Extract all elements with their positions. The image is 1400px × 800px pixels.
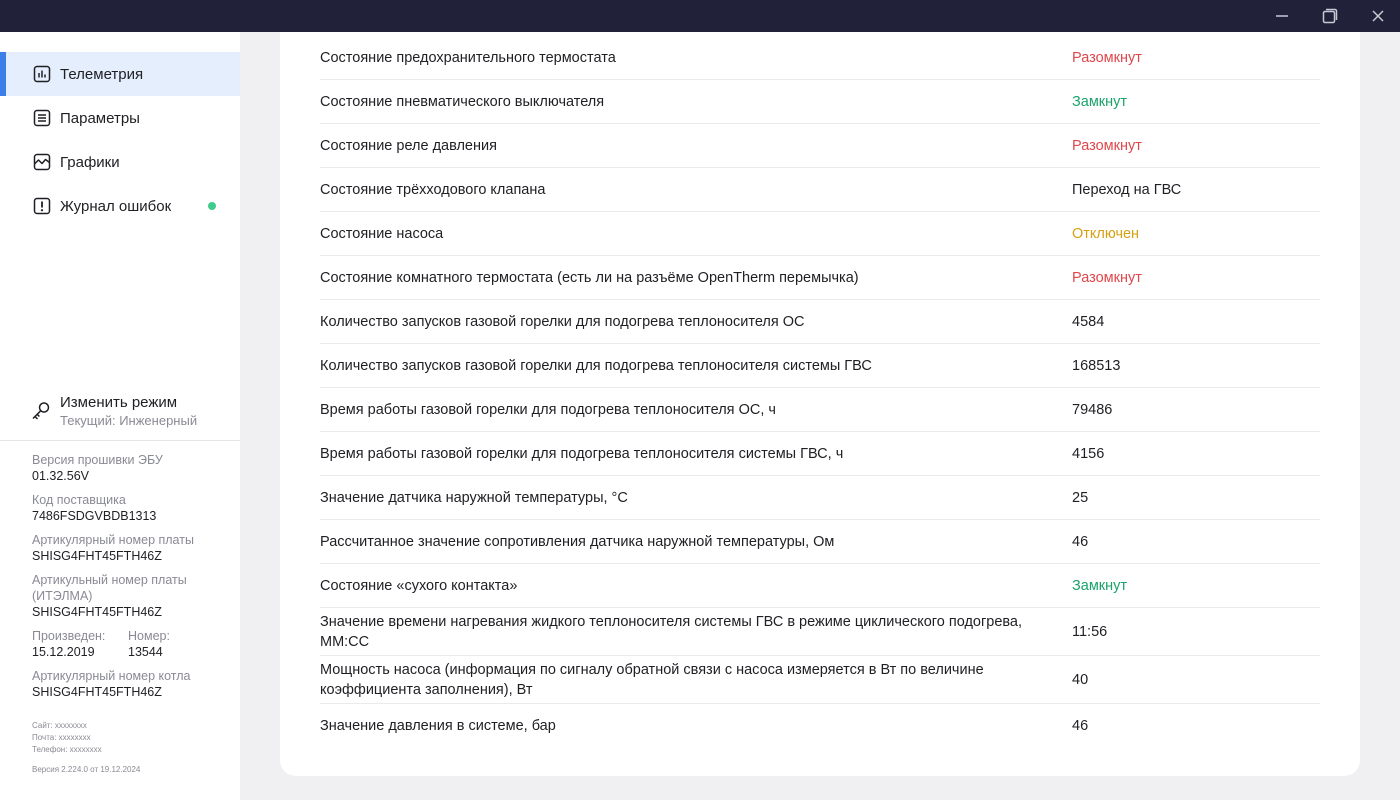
row-label: Состояние трёхходового клапана	[320, 181, 546, 198]
row-label: Время работы газовой горелки для подогре…	[320, 445, 844, 462]
minimize-button[interactable]	[1259, 0, 1305, 32]
row-label: Состояние комнатного термостата (есть ли…	[320, 269, 859, 286]
produced-label: Произведен:	[32, 629, 106, 643]
sidebar-item-graphs[interactable]: Графики	[0, 140, 240, 184]
table-row: Время работы газовой горелки для подогре…	[320, 388, 1320, 432]
board-article-itelma-label-2: (ИТЭЛМА)	[32, 589, 93, 603]
alert-icon	[32, 196, 52, 216]
table-row: Состояние «сухого контакта» Замкнут	[320, 564, 1320, 608]
list-icon	[32, 108, 52, 128]
board-article-itelma-label: Артикульный номер платы	[32, 573, 187, 587]
board-article-label: Артикулярный номер платы	[32, 533, 194, 547]
row-value: 4156	[1072, 445, 1105, 462]
row-value: Разомкнут	[1072, 49, 1142, 66]
vendor-value: 7486FSDGVBDB1313	[32, 509, 157, 523]
table-row: Состояние насоса Отключен	[320, 212, 1320, 256]
table-row: Количество запусков газовой горелки для …	[320, 344, 1320, 388]
row-label: Состояние насоса	[320, 225, 444, 242]
table-row: Состояние предохранительного термостата …	[320, 36, 1320, 80]
row-label: Значение давления в системе, бар	[320, 718, 556, 734]
table-row: Значение времени нагревания жидкого тепл…	[320, 608, 1320, 656]
table-row: Состояние реле давления Разомкнут	[320, 124, 1320, 168]
row-value: Разомкнут	[1072, 269, 1142, 286]
table-row: Состояние трёхходового клапана Переход н…	[320, 168, 1320, 212]
row-label: Рассчитанное значение сопротивления датч…	[320, 533, 835, 550]
row-value: 4584	[1072, 313, 1105, 330]
footer-version: Версия 2.224.0 от 19.12.2024	[32, 765, 141, 774]
row-label: Состояние предохранительного термостата	[320, 49, 616, 66]
row-value: 168513	[1072, 357, 1121, 374]
row-value: 40	[1072, 671, 1089, 688]
row-value: Переход на ГВС	[1072, 181, 1182, 198]
line-chart-icon	[32, 152, 52, 172]
sidebar-item-telemetry[interactable]: Телеметрия	[0, 52, 240, 96]
table-row: Мощность насоса (информация по сигналу о…	[320, 656, 1320, 704]
vendor-label: Код поставщика	[32, 493, 126, 507]
telemetry-card: Состояние предохранительного термостата …	[280, 32, 1360, 776]
boiler-article-label: Артикулярный номер котла	[32, 669, 191, 683]
row-label: Количество запусков газовой горелки для …	[320, 313, 805, 330]
table-row: Количество запусков газовой горелки для …	[320, 300, 1320, 344]
footer-mail: Почта: xxxxxxxx	[32, 733, 91, 742]
firmware-label: Версия прошивки ЭБУ	[32, 453, 163, 467]
sidebar-item-label: Телеметрия	[60, 65, 144, 83]
board-article-value: SHISG4FHT45FTH46Z	[32, 549, 162, 563]
row-label: Значение времени нагревания жидкого тепл…	[320, 613, 1023, 650]
change-mode-title: Изменить режим	[60, 394, 178, 411]
row-value: 79486	[1072, 401, 1113, 418]
sidebar-item-error-log[interactable]: Журнал ошибок	[0, 184, 240, 228]
sidebar-item-label: Графики	[60, 153, 120, 171]
window-titlebar	[0, 0, 1400, 32]
sidebar-divider	[0, 440, 240, 441]
row-label: Состояние реле давления	[320, 137, 497, 154]
sidebar-item-label: Журнал ошибок	[60, 197, 172, 215]
row-value: Отключен	[1072, 225, 1140, 242]
change-mode-button[interactable]: Изменить режим Текущий: Инженерный	[0, 390, 240, 440]
table-row: Значение давления в системе, бар 46	[320, 704, 1320, 748]
notification-dot	[208, 202, 216, 210]
row-label: Мощность насоса (информация по сигналу о…	[320, 661, 984, 698]
row-label: Значение датчика наружной температуры, °…	[320, 489, 628, 506]
row-value: Разомкнут	[1072, 137, 1142, 154]
row-label: Состояние пневматического выключателя	[320, 93, 605, 110]
row-label: Время работы газовой горелки для подогре…	[320, 401, 776, 418]
restore-icon	[1322, 8, 1338, 24]
table-row: Состояние комнатного термостата (есть ли…	[320, 256, 1320, 300]
row-value: 25	[1072, 489, 1089, 506]
boiler-article-value: SHISG4FHT45FTH46Z	[32, 685, 162, 699]
key-icon	[30, 400, 52, 427]
row-value: 46	[1072, 718, 1089, 734]
sidebar: Телеметрия Параметры Графики Журнал ошиб…	[0, 32, 240, 800]
firmware-value: 01.32.56V	[32, 469, 89, 483]
produced-value: 15.12.2019	[32, 645, 95, 659]
table-row: Время работы газовой горелки для подогре…	[320, 432, 1320, 476]
row-label: Состояние «сухого контакта»	[320, 577, 518, 594]
current-mode: Текущий: Инженерный	[60, 413, 198, 428]
footer-site: Сайт: xxxxxxxx	[32, 721, 87, 730]
row-value: 11:56	[1072, 623, 1108, 640]
row-value: 46	[1072, 533, 1089, 550]
table-row: Рассчитанное значение сопротивления датч…	[320, 520, 1320, 564]
close-button[interactable]	[1355, 0, 1400, 32]
row-value: Замкнут	[1072, 93, 1128, 110]
row-value: Замкнут	[1072, 577, 1128, 594]
table-row: Значение датчика наружной температуры, °…	[320, 476, 1320, 520]
sidebar-item-parameters[interactable]: Параметры	[0, 96, 240, 140]
table-row: Состояние пневматического выключателя За…	[320, 80, 1320, 124]
number-label: Номер:	[128, 629, 170, 643]
footer-phone: Телефон: xxxxxxxx	[32, 745, 102, 754]
board-article-itelma-value: SHISG4FHT45FTH46Z	[32, 605, 162, 619]
number-value: 13544	[128, 645, 163, 659]
restore-button[interactable]	[1307, 0, 1353, 32]
sidebar-item-label: Параметры	[60, 109, 140, 127]
minimize-icon	[1276, 15, 1288, 17]
close-icon	[1372, 10, 1384, 22]
bar-chart-icon	[32, 64, 52, 84]
row-label: Количество запусков газовой горелки для …	[320, 357, 872, 374]
